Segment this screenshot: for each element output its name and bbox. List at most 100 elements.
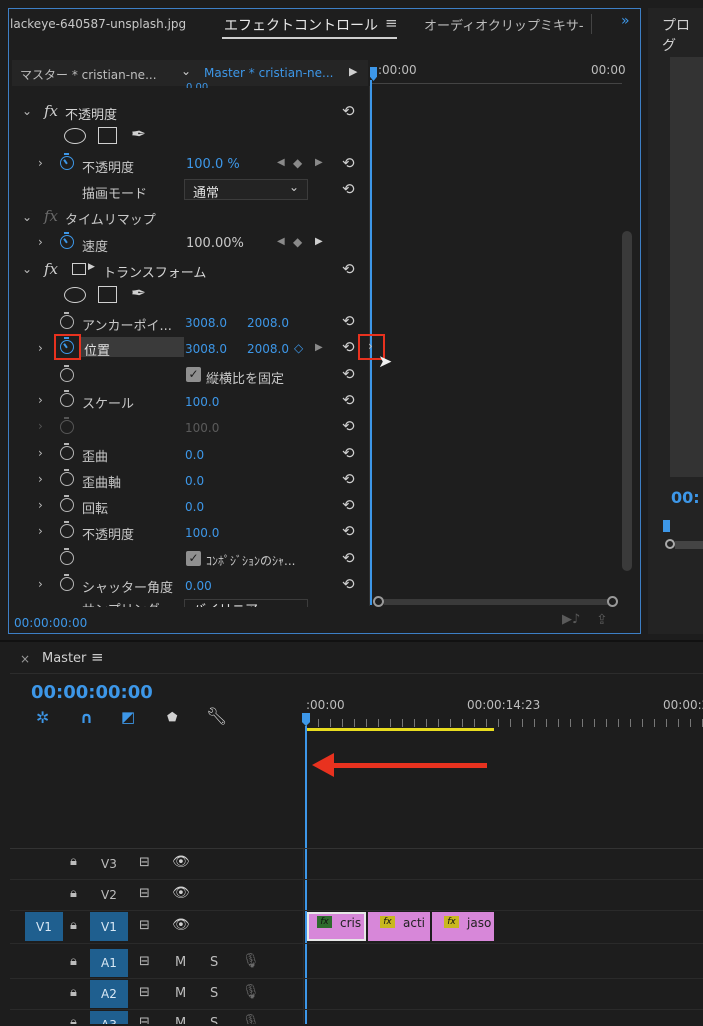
scale-chevron-icon[interactable]: › (38, 393, 43, 407)
position-y-value[interactable]: 2008.0 (247, 342, 289, 356)
a1-solo-button[interactable]: S (210, 955, 218, 970)
a1-sync-lock-icon[interactable]: ⊟ (139, 954, 150, 969)
export-icon[interactable]: ⇪ (596, 612, 608, 628)
effect-footer-timecode[interactable]: 00:00:00:00 (14, 616, 87, 630)
transform-opacity-value[interactable]: 100.0 (185, 526, 219, 540)
opacity-fx-icon[interactable]: fx (44, 102, 58, 120)
position-next-keyframe-icon[interactable]: ▶ (315, 342, 323, 353)
comp-shutter-checkbox[interactable]: ✓ (186, 551, 201, 566)
tab-effect-controls[interactable]: エフェクトコントロール (224, 15, 378, 35)
speed-value[interactable]: 100.00% (186, 236, 244, 251)
opacity-add-keyframe-icon[interactable]: ◆ (293, 156, 302, 170)
a2-mute-button[interactable]: M (175, 986, 186, 1001)
scale-width-reset-icon[interactable]: ⟲ (342, 419, 360, 434)
anchor-reset-icon[interactable]: ⟲ (342, 314, 360, 329)
snap-magnet-icon[interactable]: ∩ (80, 708, 93, 727)
v2-sync-lock-icon[interactable]: ⊟ (139, 886, 150, 901)
a2-track-name[interactable]: A2 (101, 987, 117, 1001)
v3-sync-lock-icon[interactable]: ⊟ (139, 855, 150, 870)
effect-zoom-scroll-left-handle[interactable] (373, 596, 384, 607)
speed-next-keyframe-icon[interactable]: ▶ (315, 236, 323, 247)
opacity-reset-icon[interactable]: ⟲ (342, 104, 360, 119)
v1-eye-icon[interactable]: 👁︎ (172, 917, 190, 933)
a3-mute-button[interactable]: M (175, 1016, 186, 1024)
transform-ellipse-mask-icon[interactable] (64, 287, 86, 303)
scale-value[interactable]: 100.0 (185, 395, 219, 409)
position-stopwatch-icon[interactable] (60, 337, 74, 354)
transform-motion-icon[interactable] (72, 263, 86, 275)
go-to-next-keyframe-icon[interactable]: › (368, 339, 373, 353)
uniform-scale-reset-icon[interactable]: ⟲ (342, 367, 360, 382)
opacity-prop-value[interactable]: 100.0 % (186, 157, 240, 172)
rotation-chevron-icon[interactable]: › (38, 498, 43, 512)
timeline-timecode[interactable]: 00:00:00:00 (31, 682, 153, 703)
master-dropdown[interactable]: マスター * cristian-ne... (20, 66, 157, 83)
a1-lock-icon[interactable]: 🔒︎ (70, 954, 77, 969)
tab-menu-icon[interactable]: ≡ (385, 14, 398, 32)
opacity-stopwatch-icon[interactable] (60, 153, 74, 170)
tab-audio-clip-mixer[interactable]: オーディオクリップミキサ- (424, 15, 584, 34)
v1-lock-icon[interactable]: 🔒︎ (70, 918, 77, 933)
speed-stopwatch-icon[interactable] (60, 232, 74, 249)
blend-mode-reset-icon[interactable]: ⟲ (342, 182, 360, 197)
skew-value[interactable]: 0.0 (185, 448, 204, 462)
timeline-settings-wrench-icon[interactable]: 🔧︎ (206, 707, 228, 727)
v2-track-name[interactable]: V2 (101, 888, 117, 902)
time-remap-collapse-chevron-icon[interactable]: ⌄ (22, 210, 32, 224)
a1-mute-button[interactable]: M (175, 955, 186, 970)
transform-opacity-reset-icon[interactable]: ⟲ (342, 524, 360, 539)
close-sequence-icon[interactable]: × (20, 652, 30, 666)
a3-solo-button[interactable]: S (210, 1016, 218, 1024)
audio-only-icon[interactable]: ▶♪ (562, 612, 580, 627)
nest-sequence-icon[interactable]: ✲ (36, 708, 49, 727)
transform-fx-icon[interactable]: fx (44, 260, 58, 278)
v3-lock-icon[interactable]: 🔒︎ (70, 854, 77, 869)
position-add-keyframe-icon[interactable]: ◇ (294, 341, 303, 355)
work-area-bar[interactable] (306, 728, 494, 731)
comp-shutter-stopwatch-icon[interactable] (60, 548, 74, 565)
effect-vertical-scrollbar[interactable] (622, 231, 632, 571)
speed-add-keyframe-icon[interactable]: ◆ (293, 235, 302, 249)
a2-solo-button[interactable]: S (210, 986, 218, 1001)
pen-mask-icon[interactable]: ✒ (131, 124, 146, 145)
scale-stopwatch-icon[interactable] (60, 390, 74, 407)
a2-lock-icon[interactable]: 🔒︎ (70, 985, 77, 1000)
opacity-next-keyframe-icon[interactable]: ▶ (315, 157, 323, 168)
skew-axis-reset-icon[interactable]: ⟲ (342, 472, 360, 487)
anchor-x-value[interactable]: 3008.0 (185, 316, 227, 330)
effect-zoom-scrollbar[interactable] (384, 599, 608, 605)
anchor-stopwatch-icon[interactable] (60, 312, 74, 329)
ellipse-mask-icon[interactable] (64, 128, 86, 144)
program-scroll-handle[interactable] (665, 539, 675, 549)
more-tabs-icon[interactable]: » (621, 13, 630, 29)
tab-program[interactable]: プログ (662, 15, 703, 55)
a3-lock-icon[interactable]: 🔒︎ (70, 1015, 77, 1024)
tab-source-clip[interactable]: lackeye-640587-unsplash.jpg (10, 17, 186, 31)
sequence-menu-icon[interactable]: ≡ (91, 648, 104, 666)
scale-width-chevron-icon[interactable]: › (38, 419, 43, 433)
a3-voiceover-mic-icon[interactable]: 🎙︎ (242, 1014, 260, 1024)
shutter-angle-chevron-icon[interactable]: › (38, 577, 43, 591)
shutter-angle-stopwatch-icon[interactable] (60, 574, 74, 591)
transform-opacity-stopwatch-icon[interactable] (60, 521, 74, 538)
a1-voiceover-mic-icon[interactable]: 🎙︎ (242, 953, 260, 969)
a1-track-name[interactable]: A1 (101, 956, 117, 970)
a3-track-name[interactable]: A3 (101, 1018, 117, 1024)
rotation-reset-icon[interactable]: ⟲ (342, 498, 360, 513)
a2-sync-lock-icon[interactable]: ⊟ (139, 985, 150, 1000)
anchor-y-value[interactable]: 2008.0 (247, 316, 289, 330)
skew-chevron-icon[interactable]: › (38, 446, 43, 460)
linked-selection-icon[interactable]: ◩ (121, 708, 135, 726)
transform-reset-icon[interactable]: ⟲ (342, 262, 360, 277)
uniform-scale-checkbox[interactable]: ✓ (186, 367, 201, 382)
master-dropdown-chevron-icon[interactable]: ⌄ (181, 64, 191, 78)
program-playhead[interactable] (663, 520, 670, 532)
shutter-angle-value[interactable]: 0.00 (185, 579, 212, 593)
play-arrow-icon[interactable]: ▶ (349, 65, 357, 78)
sequence-tab-name[interactable]: Master (42, 651, 86, 666)
shutter-angle-reset-icon[interactable]: ⟲ (342, 577, 360, 592)
skew-axis-value[interactable]: 0.0 (185, 474, 204, 488)
scale-reset-icon[interactable]: ⟲ (342, 393, 360, 408)
v3-eye-icon[interactable]: 👁︎ (172, 854, 190, 870)
transform-pen-mask-icon[interactable]: ✒ (131, 283, 146, 304)
